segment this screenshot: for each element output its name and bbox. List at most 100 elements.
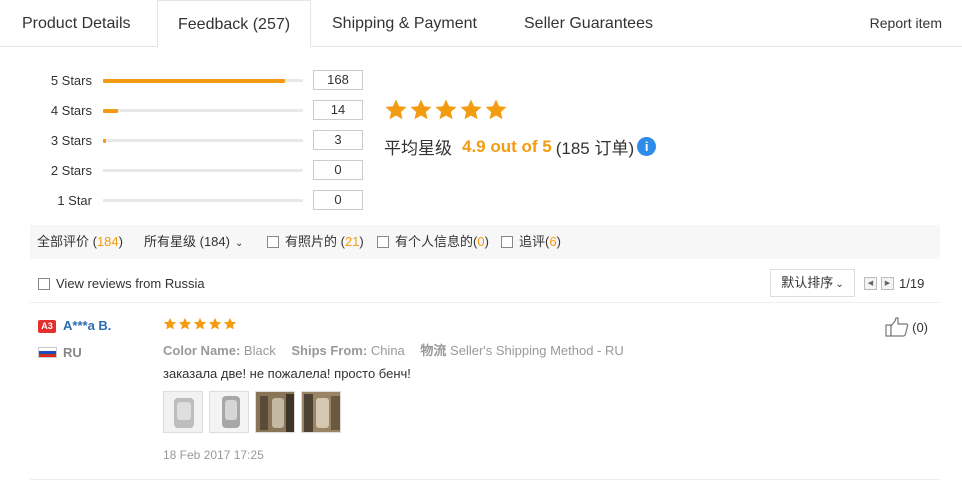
rating-count: 3 — [313, 130, 363, 150]
divider — [30, 302, 940, 303]
tab-bar: Product Details Feedback (257) Shipping … — [0, 0, 962, 48]
russia-checkbox[interactable] — [38, 278, 50, 290]
filter-stars-label: 所有星级 (184) — [144, 234, 230, 249]
average-label: 平均星级 — [384, 139, 452, 158]
sort-label: 默认排序 — [781, 275, 834, 290]
tab-shipping-payment[interactable]: Shipping & Payment — [312, 0, 497, 47]
chevron-down-icon: ⌄ — [234, 238, 244, 249]
rating-row-label: 2 Stars — [50, 163, 92, 178]
star-icon — [163, 317, 177, 330]
review-photo-thumbnail[interactable] — [209, 391, 249, 433]
star-icon — [385, 99, 407, 120]
report-item-link[interactable]: Report item — [870, 0, 942, 47]
rating-bar — [103, 108, 303, 113]
tab-seller-guarantees[interactable]: Seller Guarantees — [504, 0, 673, 47]
filter-close-paren: ) — [484, 234, 489, 249]
rating-row-5: 5 Stars 168 — [36, 68, 366, 98]
reviewer-country: RU — [63, 345, 82, 360]
russia-flag-icon — [38, 347, 57, 358]
filter-all-reviews[interactable]: 全部评价 (184) — [37, 225, 123, 259]
review-stars — [163, 317, 237, 331]
filter-personal-label: 有个人信息的( — [395, 234, 478, 249]
thumbs-up-icon — [885, 317, 909, 337]
sort-dropdown[interactable]: 默认排序 ⌄ — [770, 269, 855, 297]
rating-row-1: 1 Star 0 — [36, 188, 366, 218]
filter-all-label: 全部评价 ( — [37, 234, 97, 249]
filter-follow-up[interactable]: 追评(6) — [501, 225, 561, 259]
russia-filter[interactable]: View reviews from Russia — [38, 276, 205, 291]
rating-bar — [103, 138, 303, 143]
filter-bar: 全部评价 (184) 所有星级 (184) ⌄ 有照片的 (21) 有个人信息的(… — [30, 225, 940, 259]
rating-distribution: 5 Stars 168 4 Stars 14 3 Stars 3 2 Stars… — [36, 68, 366, 218]
color-value: Black — [243, 343, 276, 358]
rating-count: 0 — [313, 190, 363, 210]
filter-photos-label: 有照片的 ( — [285, 234, 345, 249]
rating-row-label: 4 Stars — [50, 103, 92, 118]
helpful-button[interactable]: (0) — [885, 317, 928, 337]
reviewer-name[interactable]: A***a B. — [63, 318, 111, 333]
tab-product-details[interactable]: Product Details — [2, 0, 151, 47]
rating-summary: 平均星级 4.9 out of 5 (185 订单) i — [384, 98, 657, 159]
review-attributes: Color Name: Black Ships From: China 物流 S… — [163, 340, 624, 359]
star-icon — [178, 317, 192, 330]
helpful-count: (0) — [912, 319, 928, 335]
buyer-level-badge: A3 — [38, 320, 56, 333]
star-icon — [208, 317, 222, 330]
follow-up-checkbox[interactable] — [501, 236, 513, 248]
rating-bar — [103, 78, 303, 83]
average-stars — [384, 98, 656, 122]
filter-personal-count: 0 — [477, 234, 485, 249]
filter-photos-count: 21 — [344, 234, 360, 249]
info-icon[interactable]: i — [637, 137, 657, 156]
divider — [30, 479, 940, 480]
star-icon — [193, 317, 207, 330]
personal-info-checkbox[interactable] — [377, 236, 389, 248]
rating-row-3: 3 Stars 3 — [36, 128, 366, 158]
filter-followup-label: 追评( — [519, 234, 550, 249]
rating-bar — [103, 169, 303, 172]
filter-all-count: 184 — [96, 234, 119, 249]
prev-page-button[interactable]: ◀ — [864, 277, 877, 290]
filter-personal-info[interactable]: 有个人信息的(0) — [377, 225, 489, 259]
logistics-key: 物流 — [420, 343, 447, 358]
photos-checkbox[interactable] — [267, 236, 279, 248]
review-photo-thumbnail[interactable] — [301, 391, 341, 433]
order-count: (185 订单) — [555, 139, 635, 158]
rating-row-label: 3 Stars — [50, 133, 92, 148]
review-text: заказала две! не пожалела! просто бенч! — [163, 366, 411, 381]
star-icon — [223, 317, 237, 330]
filter-followup-count: 6 — [549, 234, 557, 249]
average-rating-line: 平均星级 4.9 out of 5 (185 订单) i — [384, 134, 657, 159]
pagination: ◀ ▶ 1/19 — [864, 276, 924, 291]
rating-row-2: 2 Stars 0 — [36, 158, 366, 188]
star-icon — [410, 99, 432, 120]
rating-bar — [103, 199, 303, 202]
rating-count: 0 — [313, 160, 363, 180]
filter-close-paren: ) — [556, 234, 561, 249]
review-item: A3 A***a B. RU Color Name: Black Ships F… — [38, 317, 938, 467]
review-photo-thumbnail[interactable] — [163, 391, 203, 433]
filter-close-paren: ) — [118, 234, 123, 249]
filter-stars-dropdown[interactable]: 所有星级 (184) ⌄ — [144, 225, 243, 261]
rating-bar-fill — [103, 138, 107, 143]
review-photos — [163, 391, 341, 433]
page-indicator: 1/19 — [899, 276, 925, 291]
review-date: 18 Feb 2017 17:25 — [163, 448, 264, 462]
next-page-button[interactable]: ▶ — [881, 277, 894, 290]
rating-row-label: 5 Stars — [50, 73, 92, 88]
logistics-value: Seller's Shipping Method - RU — [450, 343, 624, 358]
ships-from-key: Ships From: — [291, 343, 368, 358]
rating-count: 14 — [313, 100, 363, 120]
rating-row-4: 4 Stars 14 — [36, 98, 366, 128]
filter-with-photos[interactable]: 有照片的 (21) — [267, 225, 364, 259]
tab-feedback[interactable]: Feedback (257) — [157, 0, 312, 48]
russia-label: View reviews from Russia — [56, 276, 205, 291]
star-icon — [460, 99, 482, 120]
chevron-down-icon: ⌄ — [835, 279, 844, 290]
rating-bar-fill — [103, 78, 285, 83]
average-score: 4.9 out of 5 — [462, 136, 552, 156]
rating-count: 168 — [313, 70, 363, 90]
color-key: Color Name: — [163, 343, 241, 358]
review-photo-thumbnail[interactable] — [255, 391, 295, 433]
star-icon — [485, 99, 507, 120]
